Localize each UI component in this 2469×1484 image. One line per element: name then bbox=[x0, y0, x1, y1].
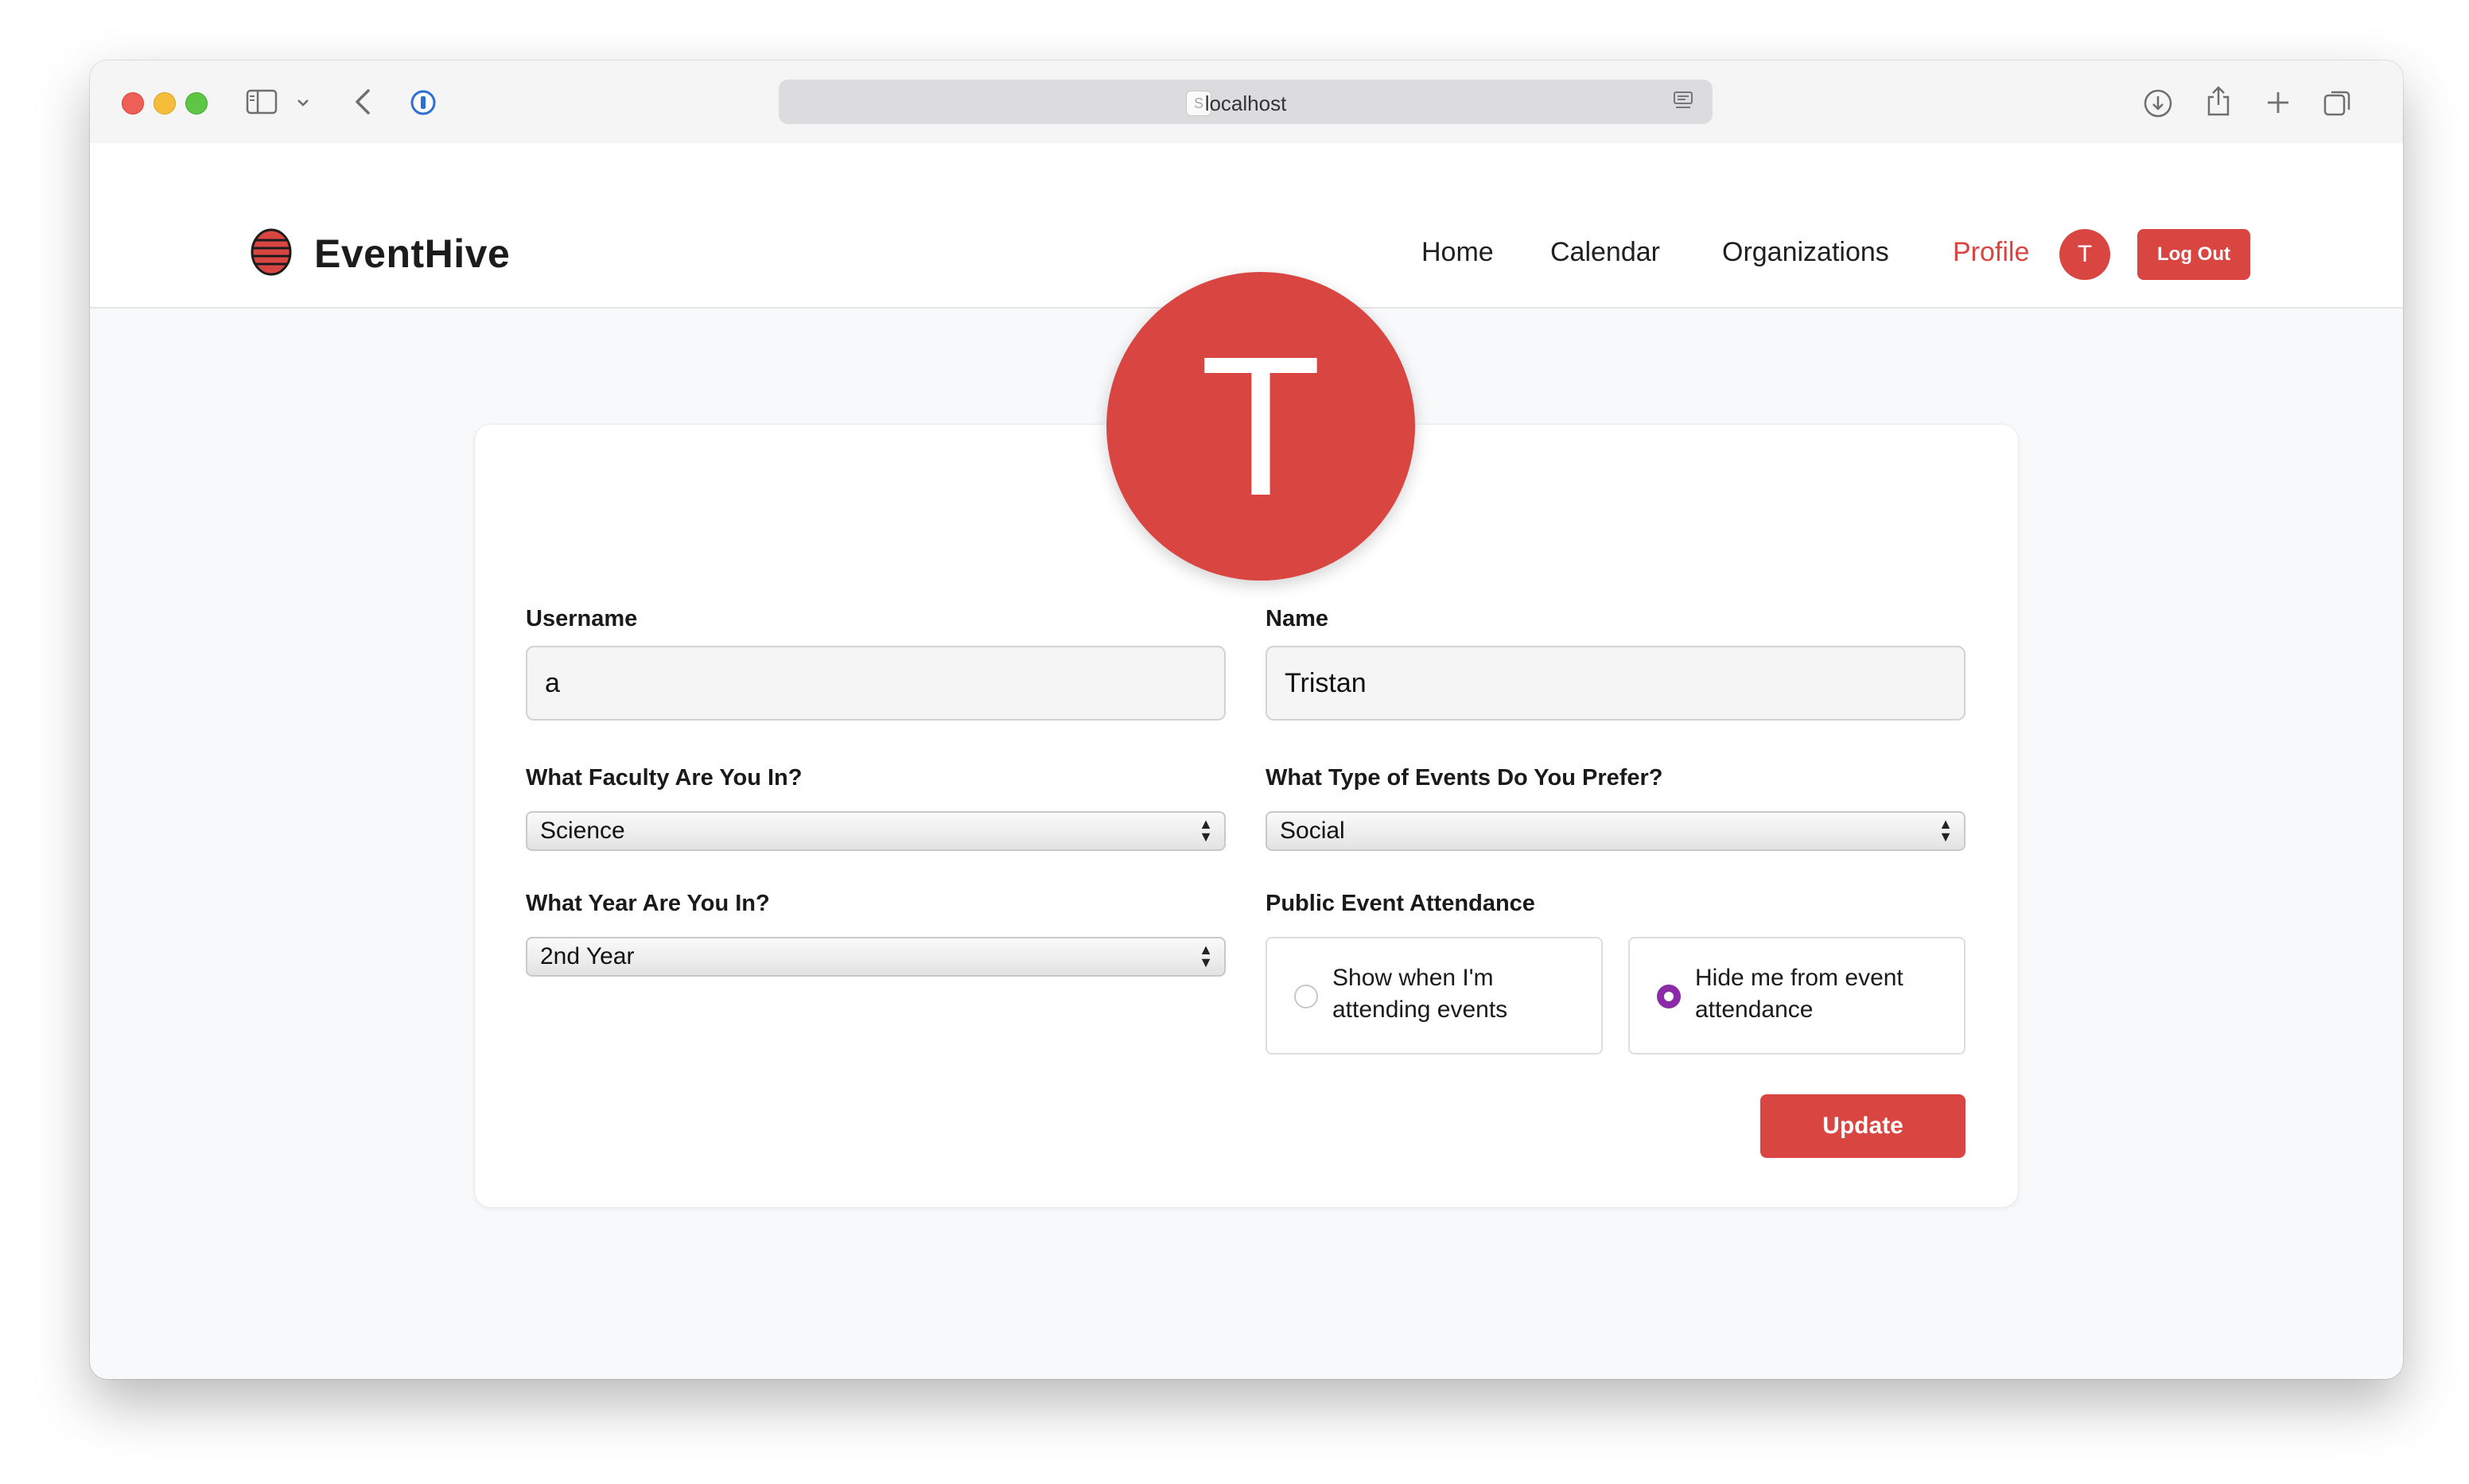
update-button[interactable]: Update bbox=[1760, 1094, 1965, 1158]
select-arrows-icon: ▲ ▼ bbox=[1199, 942, 1213, 970]
faculty-select[interactable]: Science ▲ ▼ bbox=[526, 811, 1226, 851]
event-type-select[interactable]: Social ▲ ▼ bbox=[1266, 811, 1965, 851]
attendance-option-hide[interactable]: Hide me from event attendance bbox=[1628, 937, 1965, 1055]
select-arrows-icon: ▲ ▼ bbox=[1938, 816, 1953, 845]
logout-button[interactable]: Log Out bbox=[2137, 229, 2250, 280]
year-select[interactable]: 2nd Year ▲ ▼ bbox=[526, 937, 1226, 977]
attendance-option-show[interactable]: Show when I'm attending events bbox=[1266, 937, 1603, 1055]
browser-window: S localhost EventHive Home Calendar Orga… bbox=[90, 60, 2403, 1379]
brand-name[interactable]: EventHive bbox=[314, 231, 510, 277]
faculty-label: What Faculty Are You In? bbox=[526, 765, 803, 791]
chevron-down-icon[interactable] bbox=[295, 97, 311, 108]
sidebar-icon[interactable] bbox=[246, 89, 278, 115]
year-label: What Year Are You In? bbox=[526, 891, 770, 916]
name-input[interactable] bbox=[1266, 646, 1965, 721]
username-label: Username bbox=[526, 606, 638, 631]
share-icon[interactable] bbox=[2204, 84, 2233, 118]
browser-toolbar: S localhost bbox=[90, 60, 2403, 144]
tab-overview-icon[interactable] bbox=[2322, 87, 2354, 119]
event-type-label: What Type of Events Do You Prefer? bbox=[1266, 765, 1663, 791]
year-select-value: 2nd Year bbox=[540, 943, 635, 969]
address-bar[interactable]: S localhost bbox=[779, 80, 1713, 124]
new-tab-icon[interactable] bbox=[2265, 89, 2292, 116]
event-type-select-value: Social bbox=[1280, 818, 1345, 844]
zoom-window-button[interactable] bbox=[185, 92, 208, 115]
url-text: localhost bbox=[1204, 91, 1287, 115]
nav-home[interactable]: Home bbox=[1421, 237, 1494, 268]
reader-mode-icon[interactable] bbox=[1671, 89, 1695, 113]
attendance-option-hide-label: Hide me from event attendance bbox=[1695, 965, 1903, 1023]
radio-selected-icon[interactable] bbox=[1657, 985, 1681, 1008]
select-arrows-icon: ▲ ▼ bbox=[1199, 816, 1213, 845]
attendance-option-show-label: Show when I'm attending events bbox=[1332, 965, 1508, 1023]
beehive-logo-icon[interactable] bbox=[249, 226, 294, 277]
nav-profile[interactable]: Profile bbox=[1953, 237, 2029, 268]
back-icon[interactable] bbox=[352, 87, 373, 116]
attendance-label: Public Event Attendance bbox=[1266, 891, 1535, 916]
profile-avatar: T bbox=[1106, 272, 1415, 581]
user-avatar[interactable]: T bbox=[2059, 229, 2110, 280]
download-icon[interactable] bbox=[2142, 87, 2174, 119]
radio-unselected-icon[interactable] bbox=[1294, 985, 1318, 1008]
username-input[interactable] bbox=[526, 646, 1226, 721]
faculty-select-value: Science bbox=[540, 818, 625, 844]
name-label: Name bbox=[1266, 606, 1328, 631]
close-window-button[interactable] bbox=[122, 92, 144, 115]
password-manager-icon[interactable] bbox=[410, 89, 437, 116]
minimize-window-button[interactable] bbox=[154, 92, 176, 115]
nav-organizations[interactable]: Organizations bbox=[1722, 237, 1889, 268]
nav-calendar[interactable]: Calendar bbox=[1550, 237, 1660, 268]
